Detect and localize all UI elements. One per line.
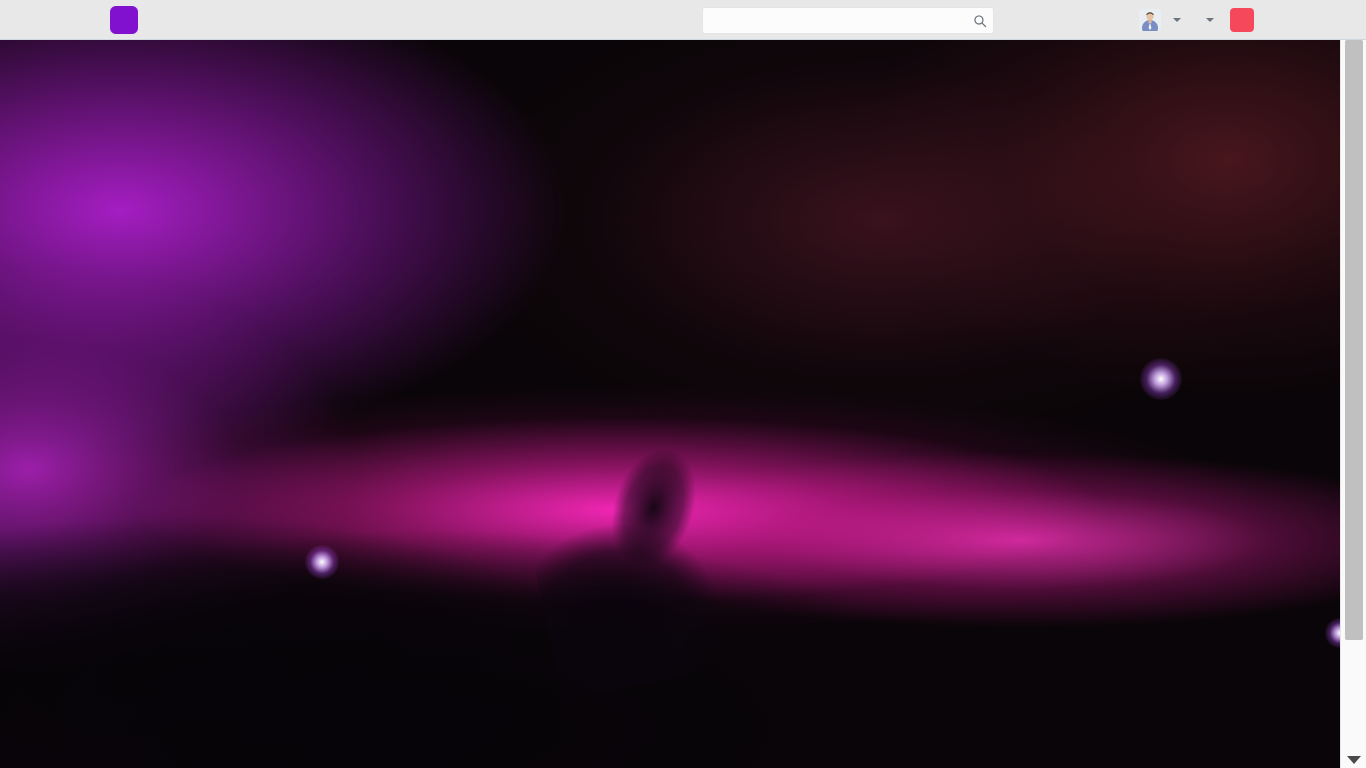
notification-badge[interactable] bbox=[1230, 8, 1254, 32]
vertical-scrollbar[interactable] bbox=[1340, 40, 1366, 768]
help-menu[interactable] bbox=[1191, 0, 1224, 40]
user-menu[interactable] bbox=[1129, 0, 1191, 40]
brand-logo[interactable] bbox=[110, 6, 138, 34]
navbar bbox=[0, 0, 1366, 40]
navbar-right-group bbox=[1129, 0, 1254, 40]
search-input[interactable] bbox=[703, 8, 967, 33]
chevron-down-icon bbox=[1206, 18, 1214, 22]
search-bar[interactable] bbox=[702, 7, 994, 34]
avatar bbox=[1139, 9, 1161, 31]
scroll-down-arrow-icon[interactable] bbox=[1347, 756, 1361, 764]
scrollbar-thumb[interactable] bbox=[1345, 40, 1363, 640]
module-icon-grid bbox=[0, 40, 1340, 768]
chevron-down-icon bbox=[1173, 18, 1181, 22]
search-icon[interactable] bbox=[967, 14, 993, 28]
desk-area bbox=[0, 40, 1366, 768]
